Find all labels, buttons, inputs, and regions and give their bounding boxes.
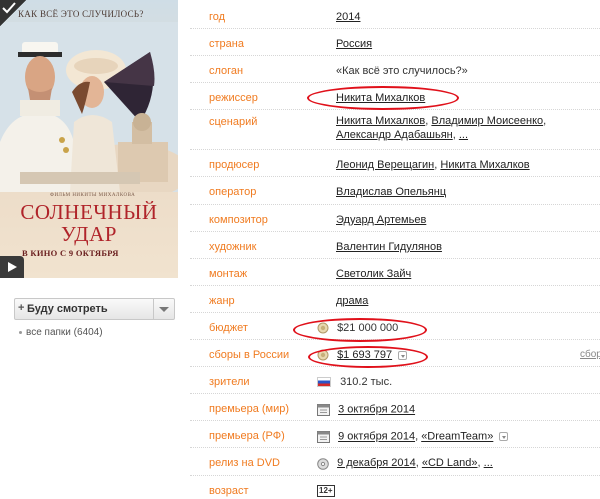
editor-link[interactable]: Светолик Зайч	[336, 268, 411, 280]
info-value: Никита Михалков, Владимир Моисеенко, Але…	[336, 115, 547, 142]
info-label: зрители	[209, 376, 250, 389]
check-icon	[2, 2, 16, 14]
calendar-icon	[317, 431, 330, 444]
info-row-viewers: зрители 310.2 тыс.	[190, 367, 600, 395]
producer-link[interactable]: Леонид Верещагин	[336, 159, 434, 171]
movie-info-table: год 2014 страна Россия слоган «Как всё э…	[190, 2, 600, 499]
operator-link[interactable]: Владислав Опельянц	[336, 186, 446, 198]
info-value: 310.2 тыс.	[317, 376, 392, 388]
country-link[interactable]: Россия	[336, 38, 372, 50]
info-label: сценарий	[209, 116, 258, 129]
screenwriter-link[interactable]: Владимир Моисеенко	[431, 115, 543, 127]
info-row-premiere-rf: премьера (РФ) 9 октября 2014, «DreamTeam…	[190, 421, 600, 449]
info-value: Россия	[336, 38, 372, 50]
info-label: слоган	[209, 65, 244, 78]
highlight-ellipse-budget	[293, 318, 427, 342]
info-row-producer: продюсер Леонид Верещагин, Никита Михалк…	[190, 150, 600, 178]
info-label: сборы в России	[209, 349, 290, 362]
all-folders-link[interactable]: все папки (6404)	[19, 327, 103, 338]
info-value: Светолик Зайч	[336, 268, 411, 280]
add-to-folder-button[interactable]: + Буду смотреть	[14, 298, 175, 320]
info-row-slogan: слоган «Как всё это случилось?»	[190, 56, 600, 84]
info-label: жанр	[209, 294, 235, 307]
screenwriter-link[interactable]: Никита Михалков	[336, 115, 425, 127]
info-label: художник	[209, 240, 257, 253]
info-label: бюджет	[209, 321, 248, 334]
info-label: релиз на DVD	[209, 457, 281, 470]
info-value: 12+	[317, 484, 335, 497]
info-label: композитор	[209, 213, 268, 226]
genre-link[interactable]: драма	[336, 295, 368, 307]
poster-illustration	[0, 22, 178, 192]
poster-subline: ФИЛЬМ НИКИТЫ МИХАЛКОВА	[50, 193, 136, 198]
russia-flag-icon	[317, 377, 331, 388]
folder-button-label: Буду смотреть	[27, 303, 108, 315]
poster-title-line2: УДАР	[61, 222, 117, 246]
poster-title-line1: СОЛНЕЧНЫЙ	[20, 200, 158, 224]
box-office-extra-link[interactable]: сбор	[580, 349, 600, 360]
dropdown-arrow-icon[interactable]	[499, 432, 509, 442]
info-row-year: год 2014	[190, 2, 600, 30]
poster-title: СОЛНЕЧНЫЙ УДАР	[8, 201, 170, 245]
info-row-premiere-world: премьера (мир) 3 октября 2014	[190, 394, 600, 422]
movie-poster[interactable]: КАК ВСЁ ЭТО СЛУЧИЛОСЬ? ФИЛЬМ НИКИТЫ МИХА…	[0, 0, 178, 278]
info-value: Леонид Верещагин, Никита Михалков	[336, 159, 530, 172]
premiere-rf-link[interactable]: 9 октября 2014	[338, 431, 415, 443]
info-value: 9 декабря 2014, «CD Land», ...	[317, 457, 493, 469]
info-label: страна	[209, 38, 244, 51]
age-rating-badge: 12+	[317, 484, 335, 497]
info-value: Владислав Опельянц	[336, 186, 446, 198]
distributor-link[interactable]: «DreamTeam»	[421, 431, 493, 443]
info-value: 9 октября 2014, «DreamTeam»	[317, 430, 509, 444]
play-trailer-icon[interactable]	[0, 256, 24, 278]
info-label: монтаж	[209, 267, 248, 280]
chevron-down-icon[interactable]	[159, 307, 169, 312]
info-row-age: возраст 12+	[190, 476, 600, 499]
screenplay-more-link[interactable]: ...	[459, 129, 468, 141]
info-label: возраст	[209, 484, 249, 497]
info-label: премьера (РФ)	[209, 430, 285, 443]
info-row-country: страна Россия	[190, 29, 600, 57]
calendar-icon	[317, 404, 330, 417]
producer-link[interactable]: Никита Михалков	[440, 159, 529, 171]
viewers-value: 310.2 тыс.	[340, 376, 393, 389]
screenwriter-link[interactable]: Александр Адабашьян	[336, 129, 453, 141]
info-value: Эдуард Артемьев	[336, 214, 426, 226]
composer-link[interactable]: Эдуард Артемьев	[336, 214, 426, 226]
all-folders-label: все папки (6404)	[26, 327, 103, 338]
info-row-artist: художник Валентин Гидулянов	[190, 232, 600, 259]
info-row-operator: оператор Владислав Опельянц	[190, 177, 600, 205]
dvd-release-link[interactable]: 9 декабря 2014	[337, 457, 416, 469]
highlight-ellipse-director	[307, 86, 459, 110]
info-label: год	[209, 11, 226, 23]
plus-icon: +	[18, 302, 25, 314]
dvd-more-link[interactable]: ...	[484, 457, 493, 469]
info-value: 3 октября 2014	[317, 403, 415, 417]
info-row-composer: композитор Эдуард Артемьев	[190, 205, 600, 232]
artist-link[interactable]: Валентин Гидулянов	[336, 241, 442, 253]
info-label: премьера (мир)	[209, 403, 290, 416]
info-value: драма	[336, 295, 368, 307]
slogan-text: «Как всё это случилось?»	[336, 65, 468, 78]
disc-icon	[317, 457, 329, 470]
year-link[interactable]: 2014	[336, 11, 360, 23]
info-row-genre: жанр драма	[190, 286, 600, 313]
info-row-dvd: релиз на DVD 9 декабря 2014, «CD Land», …	[190, 448, 600, 476]
info-value: Валентин Гидулянов	[336, 241, 442, 253]
info-row-editing: монтаж Светолик Зайч	[190, 259, 600, 286]
poster-tagline: КАК ВСЁ ЭТО СЛУЧИЛОСЬ?	[18, 9, 144, 19]
info-label: продюсер	[209, 159, 260, 172]
info-value: 2014	[336, 11, 360, 23]
highlight-ellipse-box-office	[308, 346, 428, 368]
premiere-world-link[interactable]: 3 октября 2014	[338, 404, 415, 416]
dvd-distributor-link[interactable]: «CD Land»	[422, 457, 478, 469]
poster-release: В КИНО С 9 ОКТЯБРЯ	[22, 248, 119, 258]
info-label: оператор	[209, 186, 257, 199]
folder-divider	[153, 299, 154, 319]
bullet-icon	[19, 331, 22, 334]
info-label: режиссер	[209, 92, 258, 105]
info-row-screenplay: сценарий Никита Михалков, Владимир Моисе…	[190, 110, 600, 151]
